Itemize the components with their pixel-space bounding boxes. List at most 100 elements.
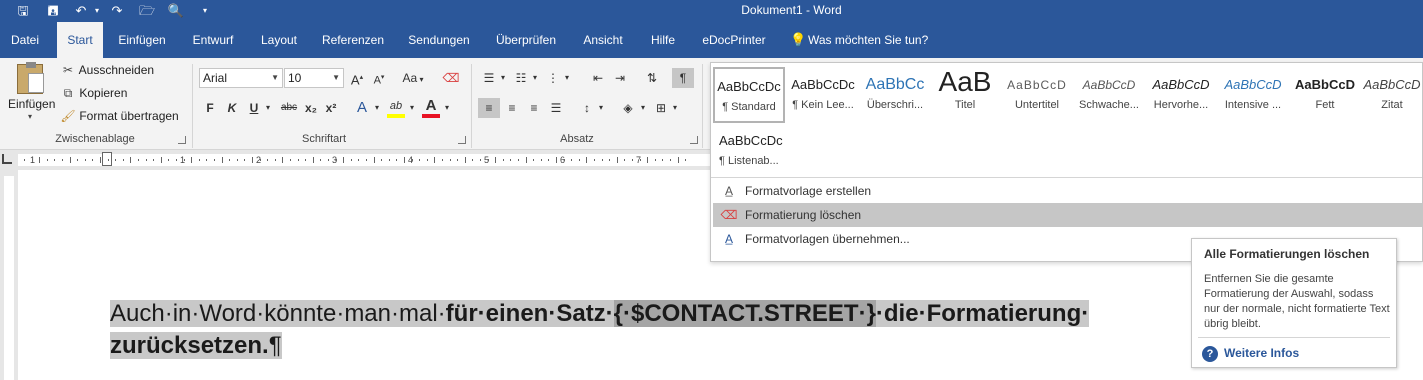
decrease-indent-button[interactable]: ⇤ bbox=[588, 68, 608, 88]
ruler-tick bbox=[312, 157, 314, 163]
subscript-button[interactable]: x₂ bbox=[302, 98, 320, 118]
show-formatting-button[interactable]: ¶ bbox=[672, 68, 694, 88]
ruler-tick bbox=[388, 159, 390, 161]
bullets-button[interactable]: ☰ bbox=[480, 68, 498, 88]
strikethrough-button[interactable]: abc bbox=[278, 98, 300, 118]
more-info-link[interactable]: ? Weitere Infos bbox=[1202, 343, 1299, 363]
italic-button[interactable]: K bbox=[224, 98, 240, 118]
line-spacing-dropdown-icon[interactable]: ▾ bbox=[596, 98, 606, 118]
document-paragraph[interactable]: Auch·in·Word·könnte·man·mal·für·einen·Sa… bbox=[110, 298, 1190, 362]
group-divider bbox=[702, 64, 703, 148]
increase-indent-icon: ⇥ bbox=[614, 71, 626, 85]
horizontal-ruler[interactable]: 1 1 2 3 4 5 6 7 bbox=[0, 150, 710, 170]
line-spacing-button[interactable]: ↕ bbox=[578, 98, 596, 118]
text-effects-button[interactable]: A bbox=[352, 98, 372, 118]
ruler-tick bbox=[350, 159, 352, 161]
style-untertitel[interactable]: AaBbCcD Untertitel bbox=[1001, 67, 1073, 123]
tab-ueberpruefen[interactable]: Überprüfen bbox=[489, 22, 563, 58]
tab-ansicht[interactable]: Ansicht bbox=[577, 22, 629, 58]
font-name-value: Arial bbox=[203, 71, 228, 85]
clear-formatting-menu-item[interactable]: ⌫ Formatierung löschen bbox=[713, 203, 1422, 227]
ruler-tick bbox=[487, 159, 489, 161]
shading-dropdown-icon[interactable]: ▾ bbox=[638, 98, 648, 118]
merge-field[interactable]: {·$CONTACT.STREET·} bbox=[613, 300, 876, 327]
style-hervorhebung[interactable]: AaBbCcD Hervorhe... bbox=[1145, 67, 1217, 123]
ruler-tick bbox=[411, 159, 413, 161]
shading-button[interactable]: ◈ bbox=[618, 98, 638, 118]
tab-datei[interactable]: Datei bbox=[0, 22, 50, 58]
style-fett[interactable]: AaBbCcD Fett bbox=[1289, 67, 1361, 123]
style-listenabsatz[interactable]: AaBbCcDc ¶ Listenab... bbox=[713, 123, 785, 179]
pilcrow-icon: ¶ bbox=[679, 71, 687, 85]
tell-me-box[interactable]: 💡 Was möchten Sie tun? bbox=[790, 22, 940, 58]
multilevel-list-button[interactable]: ⋮ bbox=[544, 68, 562, 88]
clear-formatting-button[interactable]: ⌫ bbox=[440, 68, 462, 88]
align-center-button[interactable]: ≡ bbox=[502, 98, 522, 118]
style-kein-leerraum[interactable]: AaBbCcDc ¶ Kein Lee... bbox=[787, 67, 859, 123]
tab-sendungen[interactable]: Sendungen bbox=[402, 22, 476, 58]
font-launcher-icon[interactable] bbox=[458, 136, 466, 144]
numbering-button[interactable]: ☷ bbox=[512, 68, 530, 88]
highlight-button[interactable]: ab bbox=[385, 96, 407, 120]
ruler-tick bbox=[122, 159, 124, 161]
style-intensive-hervorhebung[interactable]: AaBbCcD Intensive ... bbox=[1217, 67, 1289, 123]
style-standard[interactable]: AaBbCcDc ¶ Standard bbox=[713, 67, 785, 123]
tab-selector-icon[interactable] bbox=[2, 154, 12, 164]
change-case-button[interactable]: Aa ▾ bbox=[397, 68, 429, 88]
tab-einfuegen[interactable]: Einfügen bbox=[112, 22, 172, 58]
ruler-tick bbox=[540, 159, 542, 161]
lightbulb-icon: 💡 bbox=[790, 32, 807, 47]
multilevel-dropdown-icon[interactable]: ▾ bbox=[562, 68, 572, 88]
underline-button[interactable]: U bbox=[246, 98, 262, 118]
tab-layout[interactable]: Layout bbox=[254, 22, 304, 58]
change-case-icon: Aa bbox=[402, 71, 418, 85]
doc-text-normal: Auch·in·Word·könnte·man·mal· bbox=[110, 300, 446, 327]
ruler-tick bbox=[145, 159, 147, 161]
paragraph-launcher-icon[interactable] bbox=[690, 136, 698, 144]
style-schwache-hervorhebung[interactable]: AaBbCcD Schwache... bbox=[1073, 67, 1145, 123]
font-name-combo[interactable]: Arial ▼ bbox=[199, 68, 283, 88]
style-preview: AaBbCcDc bbox=[717, 79, 781, 94]
sort-button[interactable]: ⇅ bbox=[642, 68, 662, 88]
ruler-tick bbox=[457, 159, 459, 161]
create-style-menu-item[interactable]: A̲ Formatvorlage erstellen bbox=[713, 179, 1422, 203]
copy-button[interactable]: ⧉ Kopieren bbox=[60, 85, 128, 101]
font-color-dropdown-icon[interactable]: ▾ bbox=[442, 98, 452, 118]
ruler-tick bbox=[252, 157, 253, 163]
paste-dropdown-icon[interactable]: ▾ bbox=[8, 112, 52, 121]
clipboard-launcher-icon[interactable] bbox=[178, 136, 186, 144]
highlight-dropdown-icon[interactable]: ▾ bbox=[407, 98, 417, 118]
superscript-button[interactable]: x² bbox=[322, 98, 340, 118]
format-painter-button[interactable]: 🖌 Format übertragen bbox=[60, 108, 178, 124]
underline-dropdown-icon[interactable]: ▾ bbox=[262, 98, 274, 118]
bullets-dropdown-icon[interactable]: ▾ bbox=[498, 68, 508, 88]
style-titel[interactable]: AaB Titel bbox=[929, 67, 1001, 123]
tab-edocprinter[interactable]: eDocPrinter bbox=[697, 22, 771, 58]
tab-referenzen[interactable]: Referenzen bbox=[318, 22, 388, 58]
align-right-button[interactable]: ≡ bbox=[524, 98, 544, 118]
tab-hilfe[interactable]: Hilfe bbox=[643, 22, 683, 58]
tab-entwurf[interactable]: Entwurf bbox=[186, 22, 240, 58]
sort-az-icon: ⇅ bbox=[646, 71, 658, 85]
doc-text-bold: ·die·Formatierung· bbox=[875, 300, 1090, 327]
grow-font-button[interactable]: A▴ bbox=[348, 68, 366, 88]
paste-button[interactable]: Einfügen ▾ bbox=[8, 62, 55, 130]
numbering-dropdown-icon[interactable]: ▾ bbox=[530, 68, 540, 88]
tab-start[interactable]: Start bbox=[57, 22, 103, 58]
borders-button[interactable]: ⊞ bbox=[652, 98, 670, 118]
ruler-tick bbox=[616, 157, 618, 163]
font-size-combo[interactable]: 10 ▼ bbox=[284, 68, 344, 88]
align-left-button[interactable]: ≡ bbox=[478, 98, 500, 118]
font-color-button[interactable]: A bbox=[420, 96, 442, 120]
increase-indent-button[interactable]: ⇥ bbox=[610, 68, 630, 88]
bold-button[interactable]: F bbox=[202, 98, 218, 118]
shrink-font-button[interactable]: A▾ bbox=[370, 68, 388, 88]
borders-dropdown-icon[interactable]: ▾ bbox=[670, 98, 680, 118]
ruler-tick bbox=[198, 159, 200, 161]
style-ueberschrift[interactable]: AaBbCc Überschri... bbox=[859, 67, 931, 123]
cut-button[interactable]: ✂ Ausschneiden bbox=[60, 62, 154, 78]
text-effects-dropdown-icon[interactable]: ▾ bbox=[372, 98, 382, 118]
style-zitat[interactable]: AaBbCcD Zitat bbox=[1361, 67, 1423, 123]
justify-button[interactable]: ☰ bbox=[546, 98, 566, 118]
ruler-tick bbox=[168, 159, 170, 161]
